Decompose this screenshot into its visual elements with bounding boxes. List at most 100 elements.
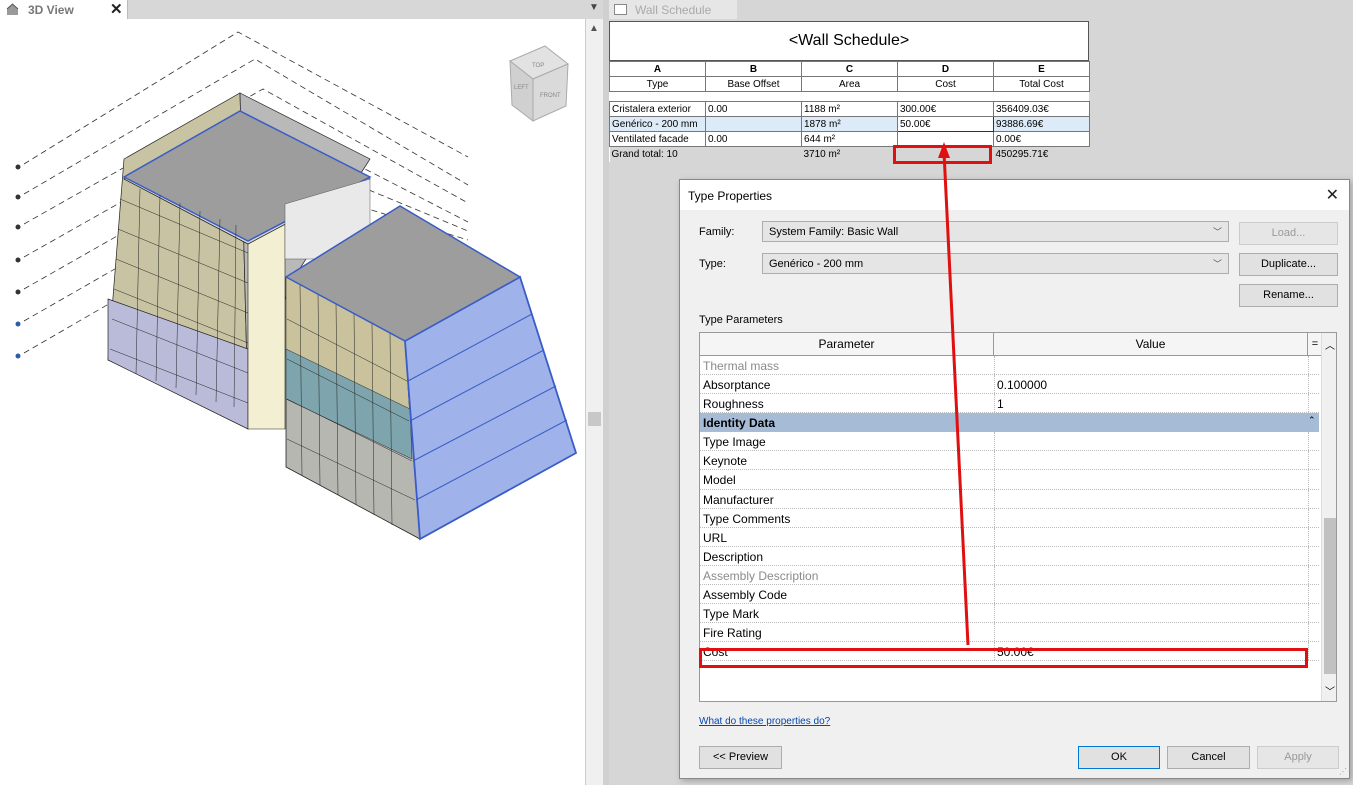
family-label: Family: [699, 226, 735, 238]
cost-row-highlight [699, 648, 1308, 668]
column-header-cost[interactable]: Cost [897, 76, 994, 92]
scroll-up-icon[interactable]: ▲ [589, 23, 599, 34]
column-letter[interactable]: B [705, 61, 802, 77]
parameter-name: Type Mark [703, 607, 760, 622]
parameter-row[interactable]: Roughness 1 [700, 394, 1319, 414]
column-letter[interactable]: C [801, 61, 898, 77]
collapse-icon[interactable]: ⌃ [1308, 415, 1316, 426]
cell-area[interactable]: 1188 m² [801, 101, 898, 117]
type-value: Genérico - 200 mm [769, 258, 864, 270]
tab-wall-schedule[interactable]: Wall Schedule [609, 0, 737, 19]
parameter-row[interactable]: Type Image [700, 432, 1319, 452]
close-icon[interactable]: ✕ [110, 0, 123, 18]
cell-cost-editing[interactable]: 50.00€ [897, 116, 994, 132]
column-header-base-offset[interactable]: Base Offset [705, 76, 802, 92]
ok-button[interactable]: OK [1078, 746, 1160, 769]
scroll-thumb[interactable] [588, 412, 601, 426]
duplicate-button[interactable]: Duplicate... [1239, 253, 1338, 276]
parameter-row[interactable]: Type Mark [700, 604, 1319, 624]
formula-column-header[interactable]: = [1308, 333, 1322, 356]
cell-base-offset[interactable] [705, 116, 802, 132]
parameters-scrollbar[interactable]: ︿ ﹀ [1321, 333, 1336, 701]
parameter-name: Thermal mass [703, 359, 780, 373]
scroll-up-icon[interactable]: ︿ [1325, 337, 1335, 352]
parameter-row[interactable]: Type Comments [700, 508, 1319, 528]
family-value: System Family: Basic Wall [769, 226, 899, 238]
parameter-name: Keynote [703, 454, 748, 469]
type-dropdown[interactable]: Genérico - 200 mm ﹀ [762, 253, 1229, 274]
column-headers-row: Type Base Offset Area Cost Total Cost [609, 76, 1090, 92]
cell-type[interactable]: Ventilated facade [609, 131, 706, 147]
parameter-row[interactable]: Model [700, 470, 1319, 490]
tab-wall-schedule-label: Wall Schedule [635, 3, 712, 17]
cell-total-cost[interactable]: 356409.03€ [993, 101, 1090, 117]
parameter-name: Assembly Description [703, 568, 819, 583]
cell-cost[interactable]: 300.00€ [897, 101, 994, 117]
parameter-name: Type Comments [703, 511, 791, 526]
table-row-selected[interactable]: Genérico - 200 mm 1878 m² 50.00€ 93886.6… [609, 116, 1090, 132]
parameter-row[interactable]: Keynote [700, 451, 1319, 471]
parameter-row[interactable]: Description [700, 546, 1319, 566]
tab-3d-view-label: 3D View [28, 3, 74, 17]
parameter-row[interactable]: Manufacturer [700, 489, 1319, 509]
column-letter[interactable]: A [609, 61, 706, 77]
tab-3d-view[interactable]: 3D View ✕ [0, 0, 128, 19]
parameter-row[interactable]: Absorptance 0.100000 [700, 375, 1319, 395]
viewcube[interactable]: TOP LEFT FRONT [509, 45, 569, 123]
apply-button[interactable]: Apply [1257, 746, 1339, 769]
svg-text:FRONT: FRONT [540, 93, 561, 99]
rename-button[interactable]: Rename... [1239, 284, 1338, 307]
type-label: Type: [699, 258, 726, 270]
cell-type[interactable]: Genérico - 200 mm [609, 116, 706, 132]
grand-total-total-cost: 450295.71€ [993, 146, 1090, 162]
cancel-button[interactable]: Cancel [1167, 746, 1250, 769]
cell-base-offset[interactable]: 0.00 [705, 131, 802, 147]
parameter-row[interactable]: URL [700, 527, 1319, 547]
parameter-value[interactable]: 0.100000 [997, 378, 1047, 392]
parameter-name: Fire Rating [703, 626, 762, 641]
dialog-titlebar[interactable]: Type Properties ✕ [680, 180, 1349, 210]
cell-total-cost[interactable]: 0.00€ [993, 131, 1090, 147]
close-icon[interactable]: ✕ [1326, 185, 1339, 205]
table-row[interactable]: Ventilated facade 0.00 644 m² 0.00€ [609, 131, 1090, 147]
column-letter[interactable]: E [993, 61, 1090, 77]
parameter-row[interactable]: Assembly Code [700, 585, 1319, 605]
load-button[interactable]: Load... [1239, 222, 1338, 245]
help-link[interactable]: What do these properties do? [699, 716, 830, 727]
dropdown-arrow-icon[interactable]: ▼ [589, 2, 599, 13]
chevron-down-icon: ﹀ [1212, 259, 1222, 269]
parameter-name: Manufacturer [703, 492, 774, 507]
building-3d-model[interactable]: TOP LEFT FRONT [0, 19, 586, 785]
value-column-header[interactable]: Value [994, 333, 1308, 356]
parameter-column-header[interactable]: Parameter [700, 333, 994, 356]
header-spacer [609, 91, 1090, 102]
cell-area[interactable]: 644 m² [801, 131, 898, 147]
parameter-row[interactable]: Fire Rating [700, 623, 1319, 643]
parameter-row[interactable]: Thermal mass [700, 356, 1319, 376]
left-vertical-scrollbar[interactable]: ▲ [586, 19, 603, 785]
schedule-title: <Wall Schedule> [609, 21, 1089, 61]
type-parameters-label: Type Parameters [699, 314, 783, 326]
parameter-group-header[interactable]: Identity Data ⌃ [700, 413, 1319, 433]
cell-type[interactable]: Cristalera exterior [609, 101, 706, 117]
scroll-down-icon[interactable]: ﹀ [1325, 683, 1335, 698]
schedule-cost-highlight [893, 145, 992, 164]
scroll-thumb[interactable] [1324, 518, 1336, 674]
preview-button[interactable]: << Preview [699, 746, 782, 769]
column-header-area[interactable]: Area [801, 76, 898, 92]
parameter-value[interactable]: 1 [997, 397, 1004, 411]
parameter-row[interactable]: Assembly Description [700, 565, 1319, 586]
family-dropdown[interactable]: System Family: Basic Wall ﹀ [762, 221, 1229, 242]
wall-schedule-table: <Wall Schedule> A B C D E Type Base Offs… [609, 21, 1090, 164]
3d-viewport[interactable]: TOP LEFT FRONT [0, 19, 586, 785]
type-properties-dialog: Type Properties ✕ Family: System Family:… [679, 179, 1350, 779]
cell-base-offset[interactable]: 0.00 [705, 101, 802, 117]
column-header-type[interactable]: Type [609, 76, 706, 92]
cell-area[interactable]: 1878 m² [801, 116, 898, 132]
resize-grip-icon[interactable]: ⋰ [1339, 767, 1347, 776]
cell-total-cost[interactable]: 93886.69€ [993, 116, 1090, 132]
column-letter[interactable]: D [897, 61, 994, 77]
parameter-name: Identity Data [703, 416, 776, 431]
table-row[interactable]: Cristalera exterior 0.00 1188 m² 300.00€… [609, 101, 1090, 117]
column-header-total-cost[interactable]: Total Cost [993, 76, 1090, 92]
